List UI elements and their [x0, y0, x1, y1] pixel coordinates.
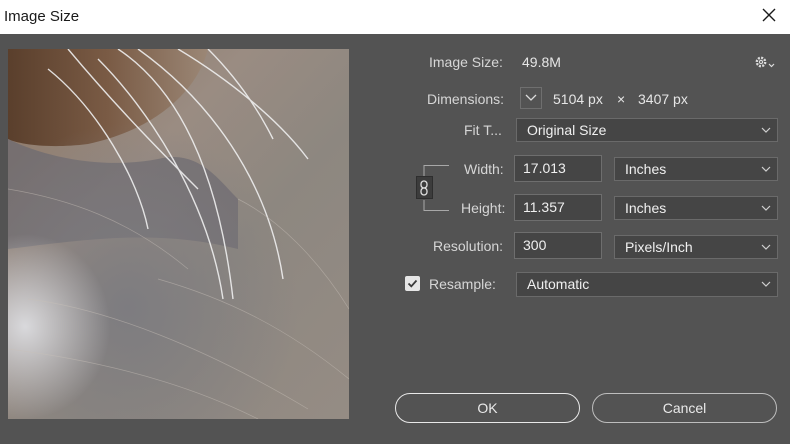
height-label: Height:: [461, 200, 506, 216]
window-title: Image Size: [4, 8, 80, 25]
resolution-unit-value: Pixels/Inch: [625, 239, 693, 255]
resample-method-value: Automatic: [527, 276, 590, 292]
chevron-down-icon: [761, 166, 771, 172]
dimensions-label: Dimensions:: [427, 91, 505, 107]
dimensions-times: ×: [617, 91, 626, 107]
dimensions-width: 5104 px: [553, 91, 603, 107]
constrain-proportions-toggle[interactable]: [416, 176, 433, 199]
image-preview[interactable]: [8, 49, 349, 419]
fit-to-select[interactable]: Original Size: [516, 118, 778, 142]
width-input[interactable]: 17.013: [514, 155, 602, 182]
height-unit-select[interactable]: Inches: [614, 196, 778, 220]
chain-link-icon: [420, 180, 428, 196]
resolution-label: Resolution:: [433, 238, 504, 254]
dimensions-dropdown[interactable]: [520, 87, 542, 109]
height-input[interactable]: 11.357: [514, 194, 602, 221]
checkmark-icon: [407, 279, 418, 288]
ok-button[interactable]: OK: [395, 393, 580, 423]
image-size-dialog: Image Size Image Size: 49.8M Dimensions:…: [0, 0, 790, 444]
dimensions-height: 3407 px: [638, 91, 688, 107]
chevron-down-icon: [761, 205, 771, 211]
chevron-down-icon: [761, 244, 771, 250]
resample-label: Resample:: [429, 276, 496, 292]
width-unit-select[interactable]: Inches: [614, 157, 778, 181]
image-size-value: 49.8M: [522, 54, 561, 70]
cancel-button[interactable]: Cancel: [592, 393, 777, 423]
chevron-down-icon: [761, 281, 771, 287]
resolution-unit-select[interactable]: Pixels/Inch: [614, 235, 778, 259]
title-bar: Image Size: [0, 0, 790, 34]
height-unit-value: Inches: [625, 200, 667, 216]
fit-to-label: Fit T...: [464, 122, 502, 138]
close-icon[interactable]: [760, 6, 778, 24]
image-size-label: Image Size:: [429, 54, 503, 70]
resample-method-select[interactable]: Automatic: [516, 272, 778, 297]
gear-icon[interactable]: [754, 54, 776, 70]
chevron-down-icon: [525, 94, 537, 101]
resolution-input[interactable]: 300: [514, 232, 602, 259]
resample-checkbox[interactable]: [405, 276, 420, 291]
fit-to-value: Original Size: [527, 122, 607, 138]
width-unit-value: Inches: [625, 161, 667, 177]
chevron-down-icon: [761, 127, 771, 133]
width-label: Width:: [464, 161, 504, 177]
